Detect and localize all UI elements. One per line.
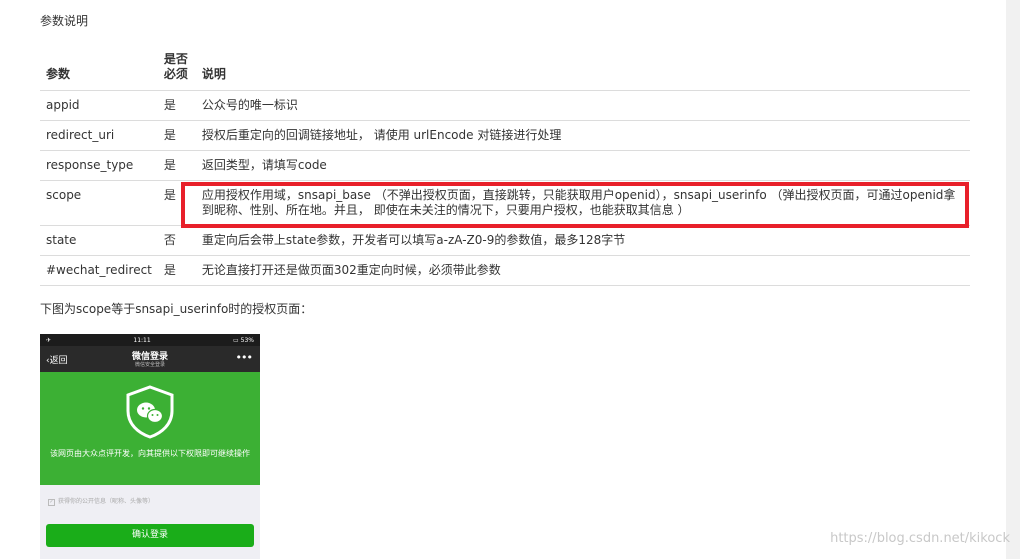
param-required: 是 <box>157 150 196 181</box>
watermark: https://blog.csdn.net/kikock <box>830 531 1010 546</box>
table-row: redirect_uri 是 授权后重定向的回调链接地址， 请使用 urlEnc… <box>40 120 970 151</box>
battery-indicator: ▭ 53% <box>233 337 254 344</box>
param-desc: 无论直接打开还是做页面302重定向时候，必须带此参数 <box>195 255 970 286</box>
confirm-login-button: 确认登录 <box>46 524 254 547</box>
header-required: 是否必须 <box>157 52 196 91</box>
more-icon: ••• <box>235 351 253 364</box>
param-name: appid <box>40 90 158 121</box>
param-desc: 返回类型，请填写code <box>195 150 970 181</box>
scope-highlight-box <box>181 182 969 228</box>
auth-description: 该网页由大众点评开发，向其提供以下权限即可继续操作 <box>50 449 250 458</box>
param-name: scope <box>40 180 158 226</box>
phone-subtitle: 微信安全登录 <box>134 362 165 368</box>
auth-banner: 该网页由大众点评开发，向其提供以下权限即可继续操作 <box>40 372 260 485</box>
screenshot-caption: 下图为scope等于snsapi_userinfo时的授权页面： <box>40 302 313 316</box>
table-row: appid 是 公众号的唯一标识 <box>40 90 970 121</box>
param-required: 是 <box>157 120 196 151</box>
permission-item: ✓ 获得你的公开信息（昵称、头像等） <box>48 496 154 506</box>
param-name: #wechat_redirect <box>40 255 158 286</box>
table-row: #wechat_redirect 是 无论直接打开还是做页面302重定向时候，必… <box>40 255 970 286</box>
param-name: response_type <box>40 150 158 181</box>
param-required: 是 <box>157 255 196 286</box>
phone-time: 11:11 <box>133 336 151 344</box>
phone-status-bar: ✈ 11:11 ▭ 53% <box>40 334 260 346</box>
params-table: 参数 是否必须 说明 appid 是 公众号的唯一标识 redirect_uri… <box>40 52 970 286</box>
table-row: response_type 是 返回类型，请填写code <box>40 150 970 181</box>
section-title: 参数说明 <box>40 14 89 28</box>
param-desc: 授权后重定向的回调链接地址， 请使用 urlEncode 对链接进行处理 <box>195 120 970 151</box>
airplane-icon: ✈ <box>46 336 52 344</box>
phone-nav-bar: ‹返回 微信登录 微信安全登录 ••• <box>40 346 260 372</box>
header-param: 参数 <box>40 52 158 91</box>
param-required: 是 <box>157 90 196 121</box>
param-required: 否 <box>157 225 196 256</box>
table-header-row: 参数 是否必须 说明 <box>40 52 970 91</box>
table-row: state 否 重定向后会带上state参数，开发者可以填写a-zA-Z0-9的… <box>40 225 970 256</box>
battery-icon: ▭ <box>233 336 239 344</box>
header-desc: 说明 <box>195 52 970 91</box>
param-desc: 重定向后会带上state参数，开发者可以填写a-zA-Z0-9的参数值，最多12… <box>195 225 970 256</box>
phone-screenshot: ✈ 11:11 ▭ 53% ‹返回 微信登录 微信安全登录 ••• 该网页由大众… <box>40 334 260 559</box>
param-desc: 公众号的唯一标识 <box>195 90 970 121</box>
scrollbar[interactable] <box>1006 0 1020 559</box>
permission-label: 获得你的公开信息（昵称、头像等） <box>58 498 155 505</box>
battery-level: 53% <box>240 336 254 344</box>
wechat-shield-icon <box>126 385 174 439</box>
checkbox-icon: ✓ <box>48 499 55 506</box>
param-name: state <box>40 225 158 256</box>
param-name: redirect_uri <box>40 120 158 151</box>
